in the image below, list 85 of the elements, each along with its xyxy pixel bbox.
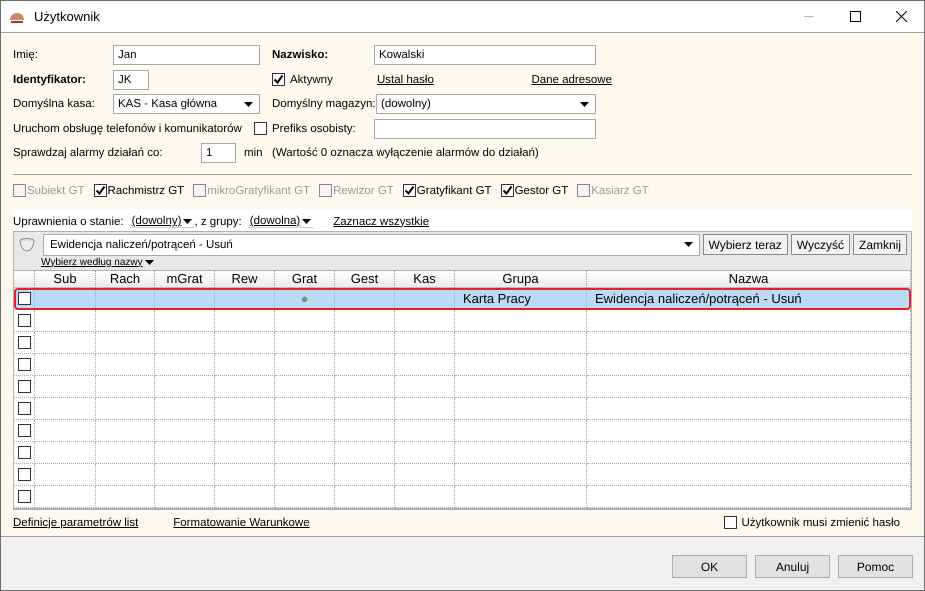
close-button[interactable]: [896, 11, 906, 22]
window-title: Użytkownik: [34, 9, 101, 24]
module-label: Rewizor GT: [333, 184, 394, 196]
filter-button[interactable]: Zamknij: [852, 234, 907, 255]
group-filter-label: , z grupy:: [194, 216, 242, 228]
column-header[interactable]: Grupa: [455, 270, 587, 288]
checkbox[interactable]: [272, 73, 285, 86]
module-label: Rachmistrz GT: [108, 184, 184, 196]
checkbox[interactable]: [18, 336, 30, 348]
phones-label: Uruchom obsługę telefonów i komunikatorów: [13, 122, 243, 135]
table-row[interactable]: ● Karta Pracy Ewidencja naliczeń/potrąceń - Usuń: [14, 288, 911, 310]
checkbox[interactable]: [402, 184, 416, 197]
cash-register-dropdown[interactable]: KAS - Kasa główna: [113, 94, 260, 114]
checkbox[interactable]: [18, 292, 30, 304]
checkbox[interactable]: [193, 184, 206, 197]
checkbox[interactable]: [500, 184, 514, 197]
module-label: Gratyfikant GT: [416, 184, 492, 196]
caret-icon: [684, 242, 692, 247]
dialog-button[interactable]: OK: [672, 555, 747, 578]
column-header: [14, 270, 35, 288]
alarms-field[interactable]: 1: [201, 143, 236, 164]
active-label: Aktywny: [290, 74, 334, 86]
checkbox[interactable]: [18, 424, 30, 436]
address-link[interactable]: Dane adresowe: [531, 74, 612, 86]
select-by-name-link[interactable]: Wybierz według nazwy: [41, 256, 154, 268]
column-header[interactable]: Grat: [275, 270, 335, 288]
last-name-label: Nazwisko:: [272, 49, 330, 62]
checkbox[interactable]: [18, 314, 30, 326]
warehouse-dropdown[interactable]: (dowolny): [376, 94, 596, 114]
module-label: Subiekt GT: [27, 184, 85, 196]
column-header[interactable]: Sub: [35, 270, 96, 288]
column-header[interactable]: Kas: [395, 270, 455, 288]
warehouse-label: Domyślny magazyn:: [272, 98, 376, 110]
checkbox[interactable]: [18, 358, 30, 370]
prefix-label: Prefiks osobisty:: [272, 122, 357, 135]
caret-icon: [244, 102, 253, 107]
checkbox[interactable]: [94, 184, 107, 197]
permission-search-field[interactable]: Ewidencja naliczeń/potrąceń - Usuń: [43, 234, 700, 256]
column-header[interactable]: Rew: [215, 270, 275, 288]
group-filter-dropdown[interactable]: (dowolna): [248, 215, 314, 228]
caret-icon: [580, 102, 589, 107]
maximize-button[interactable]: [850, 11, 860, 22]
set-password-link[interactable]: Ustal hasło: [377, 74, 434, 86]
alarms-label: Sprawdzaj alarmy działań co:: [13, 147, 164, 160]
checkbox[interactable]: [18, 380, 30, 392]
first-name-label: Imię:: [13, 49, 39, 62]
checkbox[interactable]: [577, 184, 590, 197]
dialog-button[interactable]: Pomoc: [838, 555, 913, 578]
footer-link[interactable]: Formatowanie Warunkowe: [173, 516, 310, 528]
filter-button[interactable]: Wyczyść: [790, 234, 850, 255]
module-label: Kasiarz GT: [591, 184, 649, 196]
filter-icon: [18, 236, 36, 252]
dialog-button[interactable]: Anuluj: [755, 555, 830, 578]
identifier-label: Identyfikator:: [13, 74, 87, 86]
prefix-field[interactable]: [374, 118, 596, 139]
must-change-password-label: Użytkownik musi zmienić hasło: [742, 516, 900, 528]
table-row[interactable]: [14, 310, 911, 332]
unit-label: min: [244, 147, 264, 160]
module-label: Gestor GT: [514, 184, 568, 196]
checkbox[interactable]: [18, 446, 30, 458]
last-name-field[interactable]: Kowalski: [374, 45, 596, 66]
alarms-note: (Wartość 0 oznacza wyłączenie alarmów do działań): [272, 147, 539, 160]
column-header[interactable]: mGrat: [155, 270, 215, 288]
column-header[interactable]: Rach: [96, 270, 155, 288]
checkbox[interactable]: [724, 516, 736, 529]
footer-link[interactable]: Definicje parametrów list: [13, 516, 138, 528]
checkbox[interactable]: [18, 402, 30, 414]
checkbox[interactable]: [13, 184, 26, 197]
caret-icon: [183, 218, 192, 224]
identifier-field[interactable]: JK: [113, 70, 149, 90]
column-header[interactable]: Gest: [335, 270, 395, 288]
checkbox[interactable]: [319, 184, 332, 197]
state-filter-label: Uprawnienia o stanie:: [13, 216, 124, 228]
module-label: mikroGratyfikant GT: [207, 184, 310, 196]
checkbox[interactable]: [254, 122, 267, 136]
filter-button[interactable]: Wybierz teraz: [702, 234, 788, 255]
caret-icon: [302, 218, 312, 224]
column-header[interactable]: Nazwa: [587, 270, 911, 288]
select-all-link[interactable]: Zaznacz wszystkie: [333, 216, 430, 228]
first-name-field[interactable]: Jan: [113, 45, 260, 66]
checkbox[interactable]: [18, 468, 30, 480]
checkbox[interactable]: [18, 490, 30, 502]
state-filter-dropdown[interactable]: (dowolny): [130, 215, 194, 228]
cash-register-label: Domyślna kasa:: [13, 98, 96, 110]
caret-icon: [144, 260, 154, 264]
